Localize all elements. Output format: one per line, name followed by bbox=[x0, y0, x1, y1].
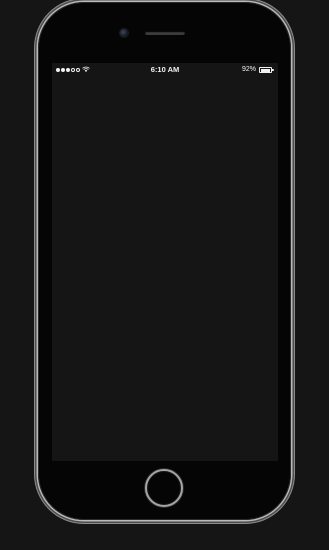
stage: 6:10 AM 92% bbox=[0, 0, 329, 550]
phone-screen[interactable]: 6:10 AM 92% bbox=[52, 63, 278, 461]
earpiece-speaker bbox=[145, 31, 185, 35]
battery-icon bbox=[259, 67, 274, 73]
phone-frame: 6:10 AM 92% bbox=[38, 2, 291, 520]
status-bar: 6:10 AM 92% bbox=[52, 63, 278, 77]
front-camera bbox=[120, 29, 128, 37]
home-button[interactable] bbox=[145, 469, 183, 507]
battery-percentage: 92% bbox=[241, 66, 256, 73]
battery-level-fill bbox=[260, 68, 270, 72]
